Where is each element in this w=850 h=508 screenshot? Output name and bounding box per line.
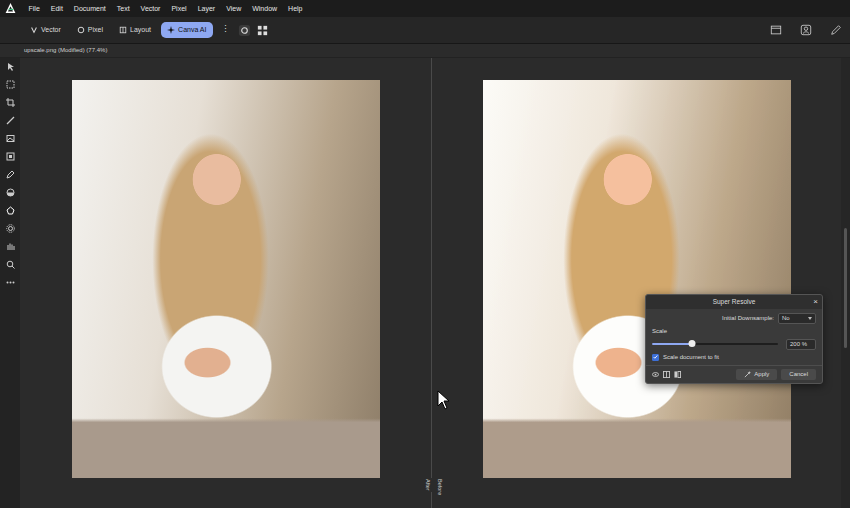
menu-item[interactable]: View (221, 0, 247, 17)
menu-item[interactable]: Text (111, 0, 135, 17)
fill-tool-icon[interactable] (6, 188, 15, 197)
downsample-label: Initial Downsample: (722, 314, 774, 323)
snapping-icon[interactable] (238, 24, 251, 37)
photo-before (483, 80, 791, 478)
brush-tool-icon[interactable] (6, 116, 15, 125)
document-tab[interactable]: upscale.png (Modified) (77.4%) (24, 46, 107, 55)
select-tool-icon[interactable] (6, 80, 15, 89)
menu-item[interactable]: Vector (135, 0, 166, 17)
persona-button[interactable]: Vector (24, 22, 67, 39)
apply-button[interactable]: Apply (736, 369, 777, 380)
gear-icon[interactable] (6, 224, 15, 233)
persona-button[interactable]: Canva AI (161, 22, 212, 39)
caret-icon (808, 317, 812, 320)
pen-tool-icon[interactable] (6, 170, 15, 179)
downsample-value: No (782, 314, 790, 323)
dialog-title: Super Resolve (713, 297, 756, 307)
scale-fill (652, 343, 692, 345)
window-icon[interactable] (770, 24, 782, 36)
more-button[interactable]: ⋮ (218, 23, 233, 37)
fit-label: Scale document to fit (663, 353, 719, 362)
sparkle-icon (167, 26, 175, 34)
persona-label: Canva AI (178, 25, 206, 36)
cursor-icon (437, 390, 451, 410)
scroll-thumb[interactable] (844, 228, 847, 348)
scale-slider[interactable] (652, 343, 778, 345)
fit-checkbox[interactable] (652, 354, 659, 361)
scale-input[interactable]: 200 % (786, 339, 816, 350)
scale-row: 200 % (652, 339, 816, 350)
menu-item[interactable]: Pixel (166, 0, 192, 17)
move-tool-icon[interactable] (6, 62, 15, 71)
dialog-header[interactable]: Super Resolve × (646, 295, 822, 309)
scrollbar[interactable] (841, 58, 850, 508)
menu-item[interactable]: File (23, 0, 45, 17)
cancel-button[interactable]: Cancel (781, 369, 816, 380)
persona-label: Layout (130, 25, 151, 36)
downsample-select[interactable]: No (778, 313, 816, 324)
eye-icon[interactable] (652, 371, 659, 378)
persona-button[interactable]: Layout (113, 22, 157, 39)
split-label: Before (436, 478, 444, 496)
apply-label: Apply (754, 370, 769, 379)
super-resolve-dialog: Super Resolve × Initial Downsample: No Scale… (645, 294, 823, 384)
persona-label: Vector (41, 25, 61, 36)
downsample-row: Initial Downsample: No (652, 313, 816, 324)
shape-tool-icon[interactable] (6, 206, 15, 215)
persona-button[interactable]: Pixel (71, 22, 109, 39)
wand-icon (744, 371, 751, 378)
split-view-icon[interactable] (663, 371, 670, 378)
hand-tool-icon[interactable] (6, 242, 15, 251)
mirror-view-icon[interactable] (674, 371, 681, 378)
slider-thumb[interactable] (689, 340, 696, 347)
menu-item[interactable]: Help (283, 0, 308, 17)
menu-item[interactable]: Edit (45, 0, 68, 17)
layout-icon (119, 26, 127, 34)
menu-item[interactable]: Document (68, 0, 111, 17)
grid-icon[interactable] (256, 24, 269, 37)
split-label: After (424, 478, 432, 492)
pen-icon[interactable] (830, 24, 842, 36)
image-tool-icon[interactable] (6, 134, 15, 143)
affinity-logo-icon (4, 2, 17, 15)
zoom-tool-icon[interactable] (6, 260, 15, 269)
scale-label: Scale (652, 327, 816, 336)
crop-tool-icon[interactable] (6, 98, 15, 107)
more-tools-icon[interactable] (6, 278, 15, 287)
dialog-body: Initial Downsample: No Scale 200 % Scale doc… (646, 309, 822, 365)
fit-row: Scale document to fit (652, 353, 816, 362)
photo-after (72, 80, 380, 478)
close-button[interactable]: × (813, 298, 818, 306)
frame-tool-icon[interactable] (6, 152, 15, 161)
menu-item[interactable]: Window (247, 0, 283, 17)
persona-label: Pixel (88, 25, 103, 36)
pixel-icon (77, 26, 85, 34)
vector-icon (30, 26, 38, 34)
dialog-footer: Apply Cancel (646, 365, 822, 383)
menu-item[interactable]: Layer (192, 0, 221, 17)
person-icon[interactable] (800, 24, 812, 36)
